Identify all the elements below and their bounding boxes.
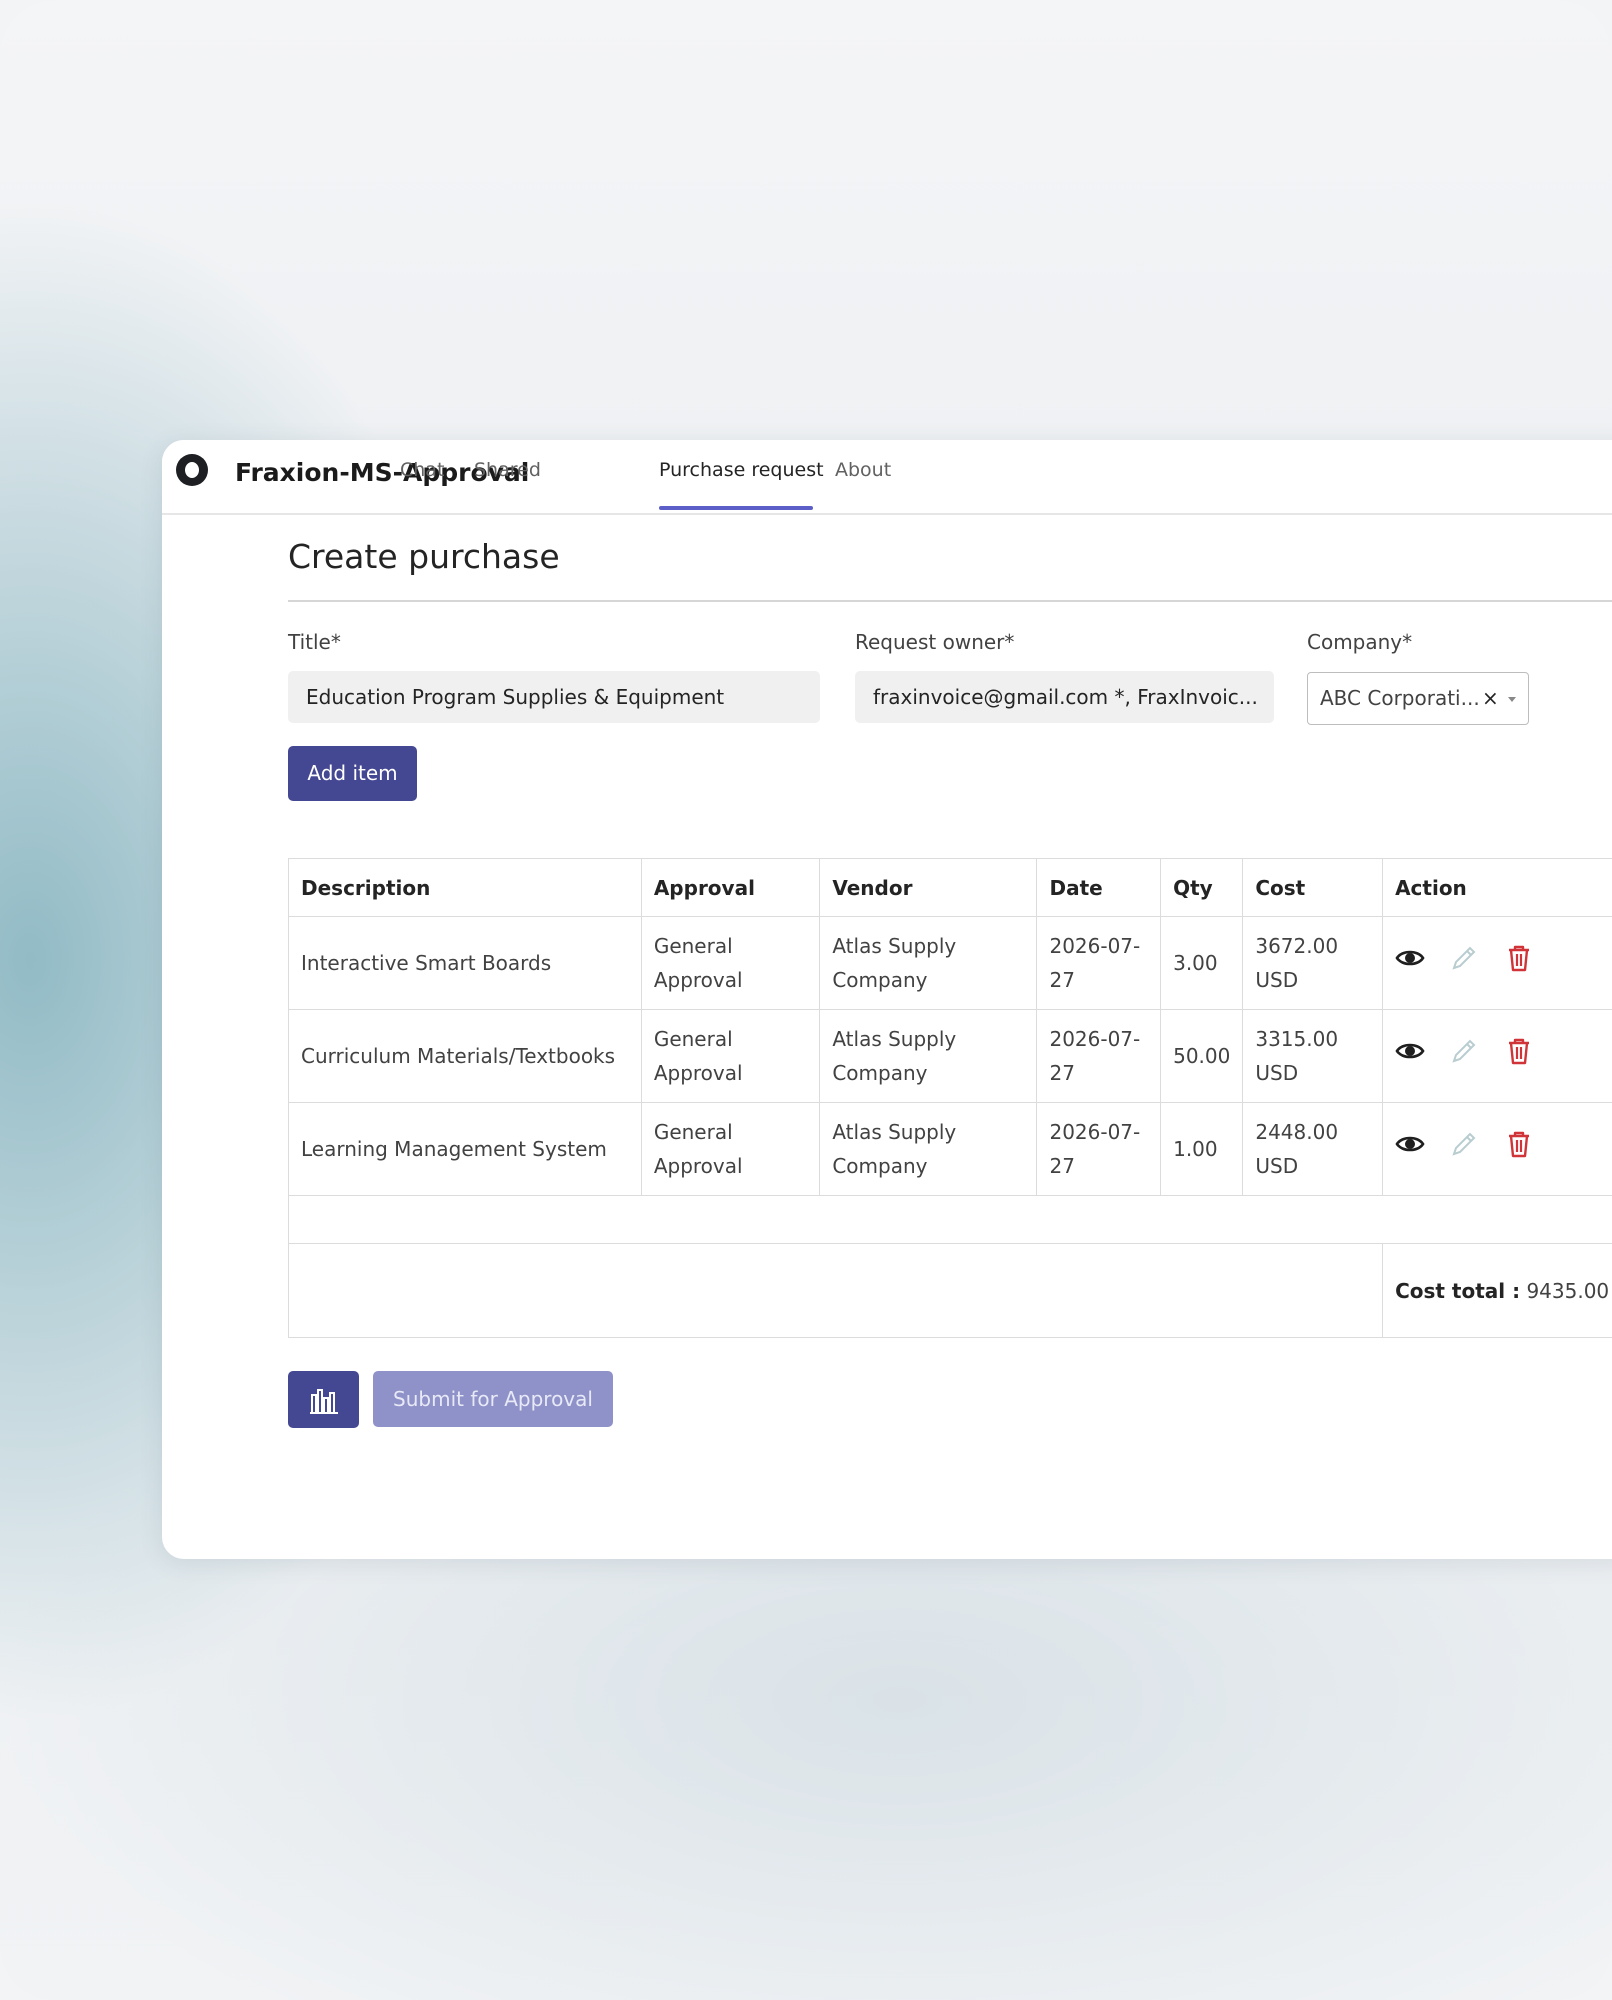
column-header-action: Action [1382, 858, 1612, 917]
active-tab-indicator [659, 506, 813, 510]
cell-vendor: Atlas Supply Company [819, 916, 1038, 1010]
eye-icon[interactable] [1395, 943, 1425, 983]
column-header-date: Date [1036, 858, 1162, 917]
clear-icon[interactable]: × [1482, 686, 1499, 710]
cell-description: Learning Management System [288, 1102, 642, 1196]
cell-approval: General Approval [640, 1009, 821, 1103]
page-title: Create purchase [288, 537, 560, 576]
cell-actions [1382, 1102, 1612, 1196]
cell-actions [1382, 1009, 1612, 1103]
cell-description: Interactive Smart Boards [288, 916, 642, 1010]
tab-about[interactable]: About [835, 459, 891, 481]
cell-approval: General Approval [640, 916, 821, 1010]
cell-cost: 3672.00 USD [1242, 916, 1384, 1010]
tab-shared[interactable]: Shared [474, 459, 541, 481]
empty-row [288, 1195, 1612, 1244]
tab-chat[interactable]: Chat [400, 459, 444, 481]
company-label: Company* [1307, 630, 1413, 654]
trash-icon[interactable] [1504, 1036, 1534, 1076]
cell-date: 2026-07-27 [1036, 916, 1162, 1010]
eye-icon[interactable] [1395, 1129, 1425, 1169]
pencil-icon[interactable] [1449, 943, 1479, 983]
empty-cell [288, 1195, 1612, 1244]
title-input[interactable]: Education Program Supplies & Equipment [288, 671, 820, 723]
trash-icon[interactable] [1504, 1129, 1534, 1169]
cost-total-label: Cost total : [1395, 1278, 1521, 1303]
column-header-cost: Cost [1242, 858, 1384, 917]
eye-icon[interactable] [1395, 1036, 1425, 1076]
column-header-vendor: Vendor [819, 858, 1038, 917]
cell-date: 2026-07-27 [1036, 1009, 1162, 1103]
trash-icon[interactable] [1504, 943, 1534, 983]
company-select[interactable]: ABC Corporati... × [1307, 672, 1529, 725]
app-window: Fraxion-MS-Approval Chat Shared Purchase… [162, 440, 1612, 1559]
bar-chart-icon [310, 1389, 338, 1414]
cell-actions [1382, 916, 1612, 1010]
pencil-icon[interactable] [1449, 1129, 1479, 1169]
cell-qty: 3.00 [1160, 916, 1244, 1010]
top-nav-bar: Fraxion-MS-Approval Chat Shared Purchase… [162, 440, 1612, 515]
table-row: Learning Management System General Appro… [288, 1102, 1612, 1196]
cell-description: Curriculum Materials/Textbooks [288, 1009, 642, 1103]
request-owner-label: Request owner* [855, 630, 1015, 654]
title-label: Title* [288, 630, 341, 654]
request-owner-input[interactable]: fraxinvoice@gmail.com *, FraxInvoic... [855, 671, 1274, 723]
total-row: Cost total : 9435.00 USD [287, 1243, 1612, 1338]
company-select-value: ABC Corporati... [1320, 686, 1480, 710]
add-item-button[interactable]: Add item [288, 746, 417, 801]
chart-button[interactable] [288, 1371, 359, 1428]
tab-purchase-request[interactable]: Purchase request [659, 459, 824, 481]
cell-cost: 3315.00 USD [1242, 1009, 1384, 1103]
table-header-row: Description Approval Vendor Date Qty Cos… [288, 858, 1612, 917]
chevron-down-icon[interactable] [1508, 697, 1516, 702]
submit-for-approval-button[interactable]: Submit for Approval [373, 1371, 613, 1427]
title-divider [288, 600, 1612, 602]
cost-total-cell: Cost total : 9435.00 USD [1382, 1243, 1612, 1338]
background-frame: Fraxion-MS-Approval Chat Shared Purchase… [0, 0, 1612, 2000]
pencil-icon[interactable] [1449, 1036, 1479, 1076]
cell-approval: General Approval [640, 1102, 821, 1196]
table-row: Curriculum Materials/Textbooks General A… [288, 1009, 1612, 1103]
cell-cost: 2448.00 USD [1242, 1102, 1384, 1196]
column-header-approval: Approval [640, 858, 821, 917]
cell-qty: 50.00 [1160, 1009, 1244, 1103]
column-header-description: Description [288, 858, 642, 917]
cell-vendor: Atlas Supply Company [819, 1102, 1038, 1196]
total-spacer-cell [287, 1243, 1384, 1338]
purchase-items-table: Description Approval Vendor Date Qty Cos… [287, 858, 1612, 1338]
app-logo-icon[interactable] [176, 454, 208, 486]
cell-qty: 1.00 [1160, 1102, 1244, 1196]
cost-total-value: 9435.00 USD [1526, 1278, 1612, 1303]
table-row: Interactive Smart Boards General Approva… [288, 916, 1612, 1010]
cell-vendor: Atlas Supply Company [819, 1009, 1038, 1103]
column-header-qty: Qty [1160, 858, 1244, 917]
cell-date: 2026-07-27 [1036, 1102, 1162, 1196]
